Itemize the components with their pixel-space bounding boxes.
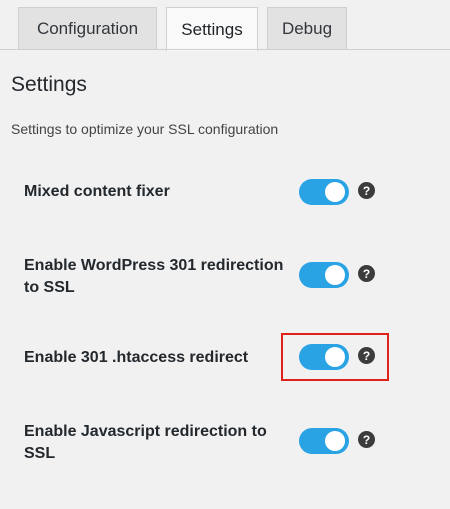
tab-settings[interactable]: Settings: [166, 7, 258, 51]
tab-divider: [0, 49, 450, 50]
tab-bar: Configuration Settings Debug: [0, 0, 450, 51]
toggle-knob: [325, 182, 345, 202]
setting-label-javascript-redirect: Enable Javascript redirection to SSL: [24, 423, 267, 462]
help-icon[interactable]: ?: [358, 431, 375, 448]
setting-label-htaccess-redirect: Enable 301 .htaccess redirect: [24, 349, 249, 366]
toggle-wordpress-301-redirect[interactable]: [299, 262, 349, 288]
setting-label-mixed-content-fixer: Mixed content fixer: [24, 183, 170, 200]
section-description: Settings to optimize your SSL configurat…: [11, 121, 279, 137]
help-icon[interactable]: ?: [358, 265, 375, 282]
section-title: Settings: [11, 73, 87, 96]
setting-label-wordpress-301-redirect: Enable WordPress 301 redirection to SSL: [24, 257, 284, 296]
tab-debug[interactable]: Debug: [267, 7, 347, 49]
tab-configuration[interactable]: Configuration: [18, 7, 157, 49]
toggle-javascript-redirect[interactable]: [299, 428, 349, 454]
help-icon[interactable]: ?: [358, 182, 375, 199]
toggle-knob: [325, 265, 345, 285]
highlight-box: [281, 333, 389, 381]
toggle-knob: [325, 431, 345, 451]
toggle-mixed-content-fixer[interactable]: [299, 179, 349, 205]
